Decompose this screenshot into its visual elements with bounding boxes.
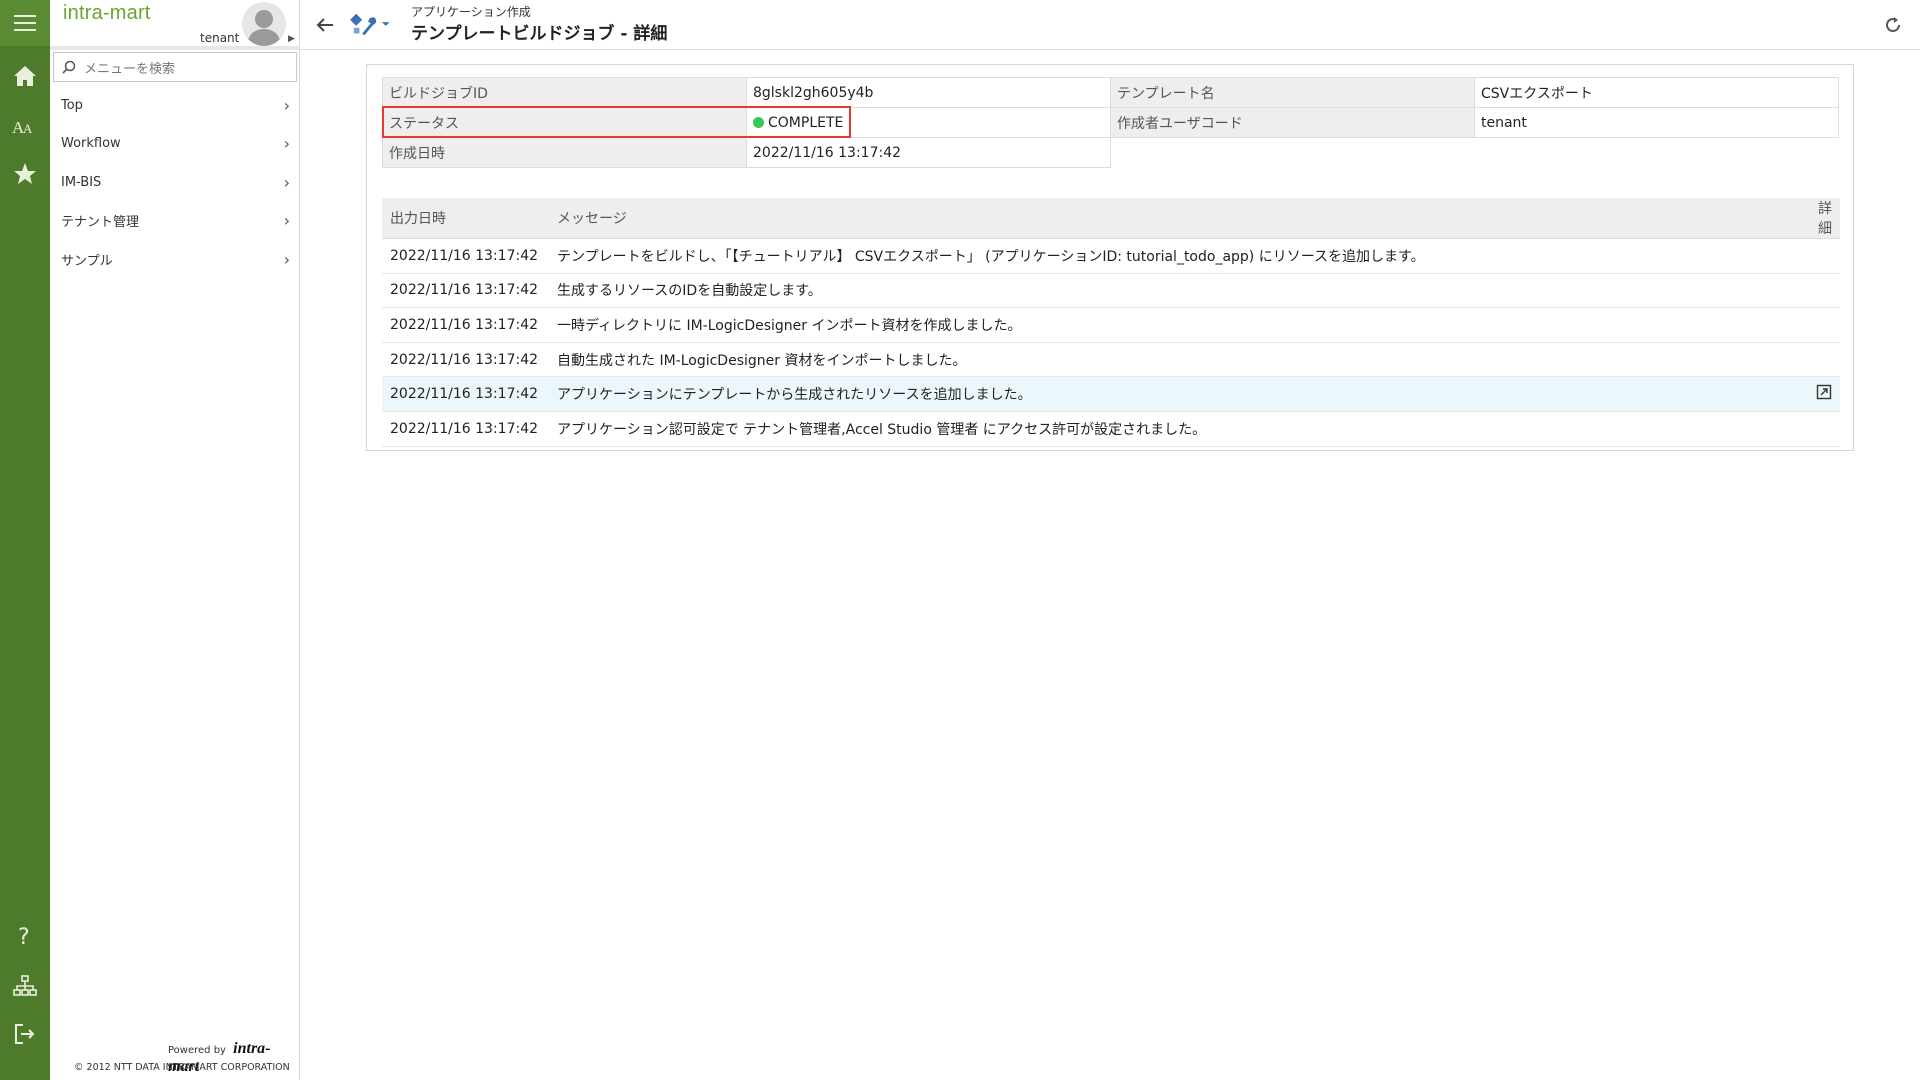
- log-table: 出力日時 メッセージ 詳細 2022/11/16 13:17:42 テンプレート…: [382, 198, 1840, 447]
- table-row: 2022/11/16 13:17:42 テンプレートをビルドし、「【チュートリア…: [382, 238, 1840, 274]
- external-link-icon[interactable]: [1816, 384, 1832, 400]
- log-time: 2022/11/16 13:17:42: [382, 307, 549, 343]
- menu-item-tenant-admin[interactable]: テナント管理 ›: [50, 202, 300, 241]
- svg-text:A: A: [23, 121, 33, 136]
- log-message: 生成するリソースのIDを自動設定します。: [549, 273, 1800, 309]
- user-bar-divider: [50, 46, 300, 50]
- created-value: 2022/11/16 13:17:42: [746, 137, 1111, 168]
- table-row: 2022/11/16 13:17:42 生成するリソースのIDを自動設定します。: [382, 273, 1840, 309]
- table-row[interactable]: 2022/11/16 13:17:42 アプリケーションにテンプレートから生成さ…: [382, 376, 1840, 412]
- status-dot-icon: [753, 116, 764, 128]
- empty-cell: [1474, 137, 1839, 168]
- refresh-icon: [1886, 17, 1900, 32]
- menu-list: Top › Workflow › IM-BIS › テナント管理 › サンプル …: [50, 86, 300, 279]
- search-placeholder: メニューを検索: [84, 61, 176, 77]
- log-time: 2022/11/16 13:17:42: [382, 342, 549, 378]
- table-row: 2022/11/16 13:17:42 一時ディレクトリに IM-LogicDe…: [382, 307, 1840, 343]
- page-title: テンプレートビルドジョブ - 詳細: [411, 24, 668, 44]
- detail-panel: ビルドジョブID 8glskl2gh605y4b テンプレート名 CSVエクスポ…: [366, 64, 1854, 451]
- icon-rail: AA ?: [0, 0, 50, 1080]
- user-menu-caret-icon[interactable]: ▶: [288, 34, 295, 44]
- back-button[interactable]: [312, 12, 338, 38]
- build-job-id-value: 8glskl2gh605y4b: [746, 77, 1111, 108]
- chevron-right-icon: ›: [283, 134, 290, 154]
- home-icon[interactable]: [0, 56, 50, 96]
- svg-text:?: ?: [18, 925, 30, 948]
- powered-by-text: Powered by: [168, 1045, 226, 1056]
- menu-item-top[interactable]: Top ›: [50, 86, 300, 125]
- status-label: ステータス: [382, 107, 747, 138]
- author-label: 作成者ユーザコード: [1110, 107, 1475, 138]
- table-row: 2022/11/16 13:17:42 自動生成された IM-LogicDesi…: [382, 342, 1840, 378]
- hamburger-menu-icon[interactable]: [0, 0, 50, 46]
- brand-logo: intra-mart: [63, 2, 151, 24]
- log-message: アプリケーション認可設定で テナント管理者,Accel Studio 管理者 に…: [549, 411, 1800, 447]
- status-text: COMPLETE: [768, 114, 844, 131]
- refresh-button[interactable]: [1880, 12, 1906, 38]
- template-name-value: CSVエクスポート: [1474, 77, 1839, 108]
- chevron-right-icon: ›: [283, 95, 290, 115]
- menu-search-input[interactable]: メニューを検索: [53, 52, 297, 82]
- created-label: 作成日時: [382, 137, 747, 168]
- user-name[interactable]: tenant: [200, 31, 239, 45]
- log-time: 2022/11/16 13:17:42: [382, 273, 549, 309]
- menu-item-label: Workflow: [61, 136, 121, 152]
- log-message: アプリケーションにテンプレートから生成されたリソースを追加しました。: [549, 376, 1800, 412]
- author-value: tenant: [1474, 107, 1839, 138]
- log-message: 自動生成された IM-LogicDesigner 資材をインポートしました。: [549, 342, 1800, 378]
- log-time: 2022/11/16 13:17:42: [382, 376, 549, 412]
- log-detail-cell: [1800, 376, 1840, 412]
- app-builder-icon: [350, 13, 377, 36]
- avatar[interactable]: [242, 2, 286, 46]
- app-builder-menu-button[interactable]: [350, 10, 390, 38]
- menu-item-im-bis[interactable]: IM-BIS ›: [50, 163, 300, 202]
- menu-item-label: テナント管理: [61, 215, 140, 231]
- sidebar: intra-mart tenant ▶ メニューを検索 Top › Workfl…: [50, 0, 300, 1080]
- column-header-message[interactable]: メッセージ: [549, 198, 1800, 239]
- chevron-right-icon: ›: [283, 211, 290, 231]
- menu-item-sample[interactable]: サンプル ›: [50, 240, 300, 279]
- favorite-star-icon[interactable]: [0, 154, 50, 194]
- log-detail-cell: [1800, 307, 1840, 343]
- search-icon: [62, 60, 76, 74]
- log-table-header: 出力日時 メッセージ 詳細: [382, 198, 1840, 239]
- log-message: 一時ディレクトリに IM-LogicDesigner インポート資材を作成しまし…: [549, 307, 1800, 343]
- caret-down-icon: [381, 22, 390, 26]
- template-name-label: テンプレート名: [1110, 77, 1475, 108]
- menu-item-label: Top: [61, 97, 83, 113]
- chevron-right-icon: ›: [283, 249, 290, 269]
- copyright: © 2012 NTT DATA INTRAMART CORPORATION: [74, 1062, 290, 1073]
- log-time: 2022/11/16 13:17:42: [382, 411, 549, 447]
- menu-item-label: サンプル: [61, 253, 113, 269]
- log-message: テンプレートをビルドし、「【チュートリアル】 CSVエクスポート」 (アプリケー…: [549, 238, 1800, 274]
- log-detail-cell: [1800, 411, 1840, 447]
- menu-item-label: IM-BIS: [61, 174, 102, 190]
- font-size-icon[interactable]: AA: [0, 106, 50, 146]
- table-row: 2022/11/16 13:17:42 アプリケーション認可設定で テナント管理…: [382, 411, 1840, 447]
- log-time: 2022/11/16 13:17:42: [382, 238, 549, 274]
- arrow-left-icon: [316, 18, 333, 32]
- sitemap-icon[interactable]: [0, 966, 50, 1006]
- page-header: アプリケーション作成 テンプレートビルドジョブ - 詳細: [300, 0, 1920, 50]
- column-header-time[interactable]: 出力日時: [382, 198, 549, 239]
- log-detail-cell: [1800, 238, 1840, 274]
- menu-item-workflow[interactable]: Workflow ›: [50, 125, 300, 164]
- chevron-right-icon: ›: [283, 172, 290, 192]
- column-header-detail: 詳細: [1800, 198, 1840, 239]
- breadcrumb: アプリケーション作成: [411, 5, 531, 19]
- help-icon[interactable]: ?: [0, 916, 50, 956]
- log-detail-cell: [1800, 342, 1840, 378]
- log-detail-cell: [1800, 273, 1840, 309]
- build-job-id-label: ビルドジョブID: [382, 77, 747, 108]
- status-value: COMPLETE: [746, 107, 1111, 138]
- logout-icon[interactable]: [0, 1014, 50, 1054]
- job-info-table: ビルドジョブID 8glskl2gh605y4b テンプレート名 CSVエクスポ…: [382, 77, 1839, 168]
- empty-cell: [1110, 137, 1475, 168]
